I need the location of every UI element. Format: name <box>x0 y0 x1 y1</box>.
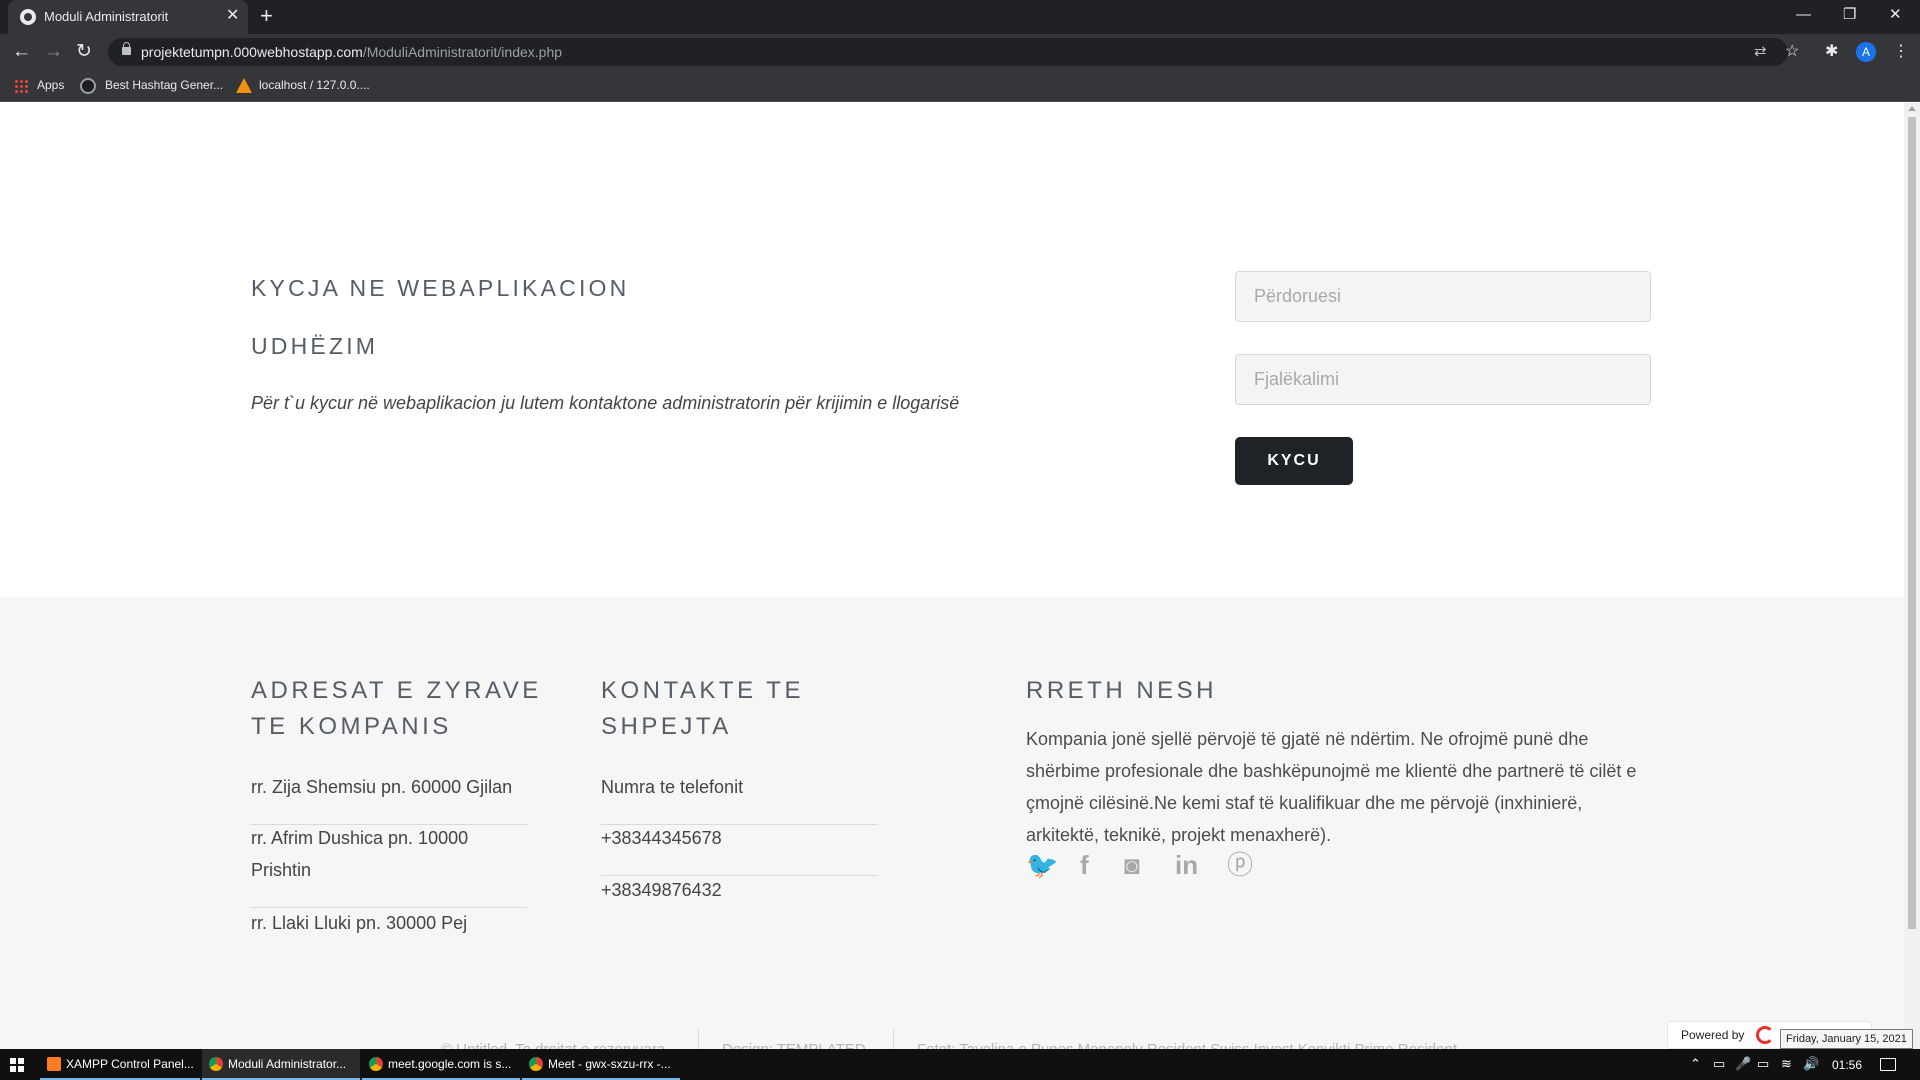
contact-item: Numra te telefonit <box>601 777 744 797</box>
contact-phone[interactable]: +38344345678 <box>601 822 722 854</box>
globe-icon <box>20 9 36 25</box>
translate-icon[interactable]: ⇄ <box>1754 42 1767 62</box>
notifications-icon[interactable] <box>1880 1058 1896 1071</box>
microphone-icon[interactable]: 🎤 <box>1735 1056 1751 1072</box>
browser-tab-active[interactable]: Moduli Administratorit ✕ <box>8 0 248 34</box>
url-host: projektetumpn.000webhostapp.com <box>141 44 363 60</box>
task-label: Meet - gwx-sxzu-rrx -... <box>548 1057 671 1071</box>
login-section: KYCJA NE WEBAPLIKACION UDHËZIM Për t`u k… <box>0 103 1904 597</box>
twitter-icon[interactable]: 🐦 <box>1026 850 1058 880</box>
close-window-icon[interactable]: ✕ <box>1889 5 1902 25</box>
forward-icon[interactable]: → <box>44 41 63 63</box>
battery-icon[interactable]: ▭ <box>1757 1056 1769 1072</box>
taskbar-item-chrome-meet[interactable]: meet.google.com is s... <box>362 1049 520 1080</box>
bookmark-star-icon[interactable]: ☆ <box>1785 41 1799 63</box>
tab-title: Moduli Administratorit <box>44 9 169 24</box>
reload-icon[interactable]: ↻ <box>76 41 92 63</box>
chrome-icon <box>209 1057 223 1071</box>
url-path: /ModuliAdministratorit/index.php <box>362 44 563 60</box>
guide-heading: UDHËZIM <box>251 333 379 359</box>
bookmark-hashtag[interactable]: Best Hashtag Gener... <box>105 78 223 92</box>
about-text: Kompania jonë sjellë përvojë të gjatë në… <box>1026 729 1637 845</box>
login-heading: KYCJA NE WEBAPLIKACION <box>251 275 630 301</box>
host-logo-icon <box>1756 1026 1774 1044</box>
xampp-icon <box>47 1057 61 1071</box>
footer: ADRESAT E ZYRAVE TE KOMPANIS rr. Zija Sh… <box>0 597 1904 1049</box>
taskbar-clock[interactable]: 01:56 <box>1832 1058 1862 1072</box>
meet-tray-icon[interactable]: ▭ <box>1713 1056 1725 1072</box>
office-address: rr. Llaki Lluki pn. 30000 Pej <box>251 913 468 933</box>
powered-by-label: Powered by <box>1681 1028 1745 1042</box>
chrome-icon <box>529 1057 543 1071</box>
extensions-icon[interactable]: ✱ <box>1825 41 1838 63</box>
restore-icon[interactable]: ❐ <box>1843 5 1856 25</box>
address-bar[interactable]: projektetumpn.000webhostapp.com/ModuliAd… <box>108 38 1788 66</box>
taskbar: XAMPP Control Panel... Moduli Administra… <box>0 1049 1920 1080</box>
page-scrollbar[interactable] <box>1904 103 1920 1049</box>
design-credit[interactable]: Design: TEMPLATED <box>722 1041 866 1049</box>
phpmyadmin-icon[interactable] <box>236 78 252 93</box>
username-input[interactable] <box>1235 271 1651 322</box>
web-page: KYCJA NE WEBAPLIKACION UDHËZIM Për t`u k… <box>0 103 1904 1049</box>
volume-icon[interactable]: 🔊 <box>1803 1056 1819 1072</box>
task-label: Moduli Administrator... <box>228 1057 347 1071</box>
offices-heading-line1: ADRESAT E ZYRAVE <box>251 677 542 704</box>
divider <box>698 1029 699 1049</box>
office-address: rr. Zija Shemsiu pn. 60000 Gjilan <box>251 777 513 797</box>
office-address: rr. Afrim Dushica pn. 10000 <box>251 828 469 848</box>
contacts-heading-line1: KONTAKTE TE <box>601 677 804 704</box>
lock-icon[interactable] <box>122 42 131 55</box>
contact-phone[interactable]: +38349876432 <box>601 874 722 906</box>
windows-start-icon[interactable] <box>10 1058 24 1072</box>
divider <box>893 1029 894 1049</box>
instagram-icon[interactable]: ◙ <box>1124 850 1140 880</box>
apps-grid-icon[interactable] <box>14 79 28 93</box>
browser-toolbar: ← → ↻ projektetumpn.000webhostapp.com/Mo… <box>0 34 1920 70</box>
tab-close-icon[interactable]: ✕ <box>226 7 239 25</box>
taskbar-item-meet[interactable]: Meet - gwx-sxzu-rrx -... <box>522 1049 680 1080</box>
contacts-heading-line2: SHPEJTA <box>601 713 732 740</box>
date-tooltip: Friday, January 15, 2021 <box>1780 1029 1913 1049</box>
back-icon[interactable]: ← <box>12 41 31 63</box>
task-label: meet.google.com is s... <box>388 1057 512 1071</box>
browser-tabstrip: Moduli Administratorit ✕ + — ❐ ✕ <box>0 0 1920 34</box>
globe-icon[interactable] <box>80 78 96 94</box>
url-text[interactable]: projektetumpn.000webhostapp.com/ModuliAd… <box>141 44 562 60</box>
scroll-thumb[interactable] <box>1908 117 1916 929</box>
photo-credits[interactable]: Fotot: Tavolina e Punes Monopoly Residen… <box>917 1041 1457 1049</box>
login-button[interactable]: KYCU <box>1235 437 1353 485</box>
copyright-text: © Untitled. Te drejtat e rezervuara. <box>441 1041 669 1049</box>
wifi-icon[interactable]: ≋ <box>1781 1056 1792 1072</box>
bookmark-apps[interactable]: Apps <box>37 78 64 92</box>
bookmarks-bar: Apps Best Hashtag Gener... localhost / 1… <box>0 70 1920 102</box>
browser-menu-icon[interactable]: ⋮ <box>1893 41 1909 63</box>
password-input[interactable] <box>1235 354 1651 405</box>
facebook-icon[interactable]: f <box>1080 850 1089 880</box>
pinterest-icon[interactable]: ⓟ <box>1227 850 1253 880</box>
chrome-icon <box>369 1057 383 1071</box>
new-tab-button[interactable]: + <box>260 3 273 29</box>
guide-text: Për t`u kycur në webaplikacion ju lutem … <box>251 393 960 413</box>
scroll-up-icon[interactable] <box>1908 106 1916 111</box>
linkedin-icon[interactable]: in <box>1175 850 1198 880</box>
office-address: Prishtin <box>251 860 312 880</box>
bookmark-localhost[interactable]: localhost / 127.0.0.... <box>259 78 370 92</box>
task-label: XAMPP Control Panel... <box>66 1057 194 1071</box>
taskbar-item-chrome-admin[interactable]: Moduli Administrator... <box>202 1049 360 1080</box>
about-heading: RRETH NESH <box>1026 677 1218 704</box>
taskbar-item-xampp[interactable]: XAMPP Control Panel... <box>40 1049 200 1080</box>
tray-chevron-icon[interactable]: ⌃ <box>1690 1056 1701 1072</box>
offices-heading-line2: TE KOMPANIS <box>251 713 452 740</box>
profile-avatar[interactable]: A <box>1856 42 1876 62</box>
minimize-icon[interactable]: — <box>1796 5 1811 25</box>
